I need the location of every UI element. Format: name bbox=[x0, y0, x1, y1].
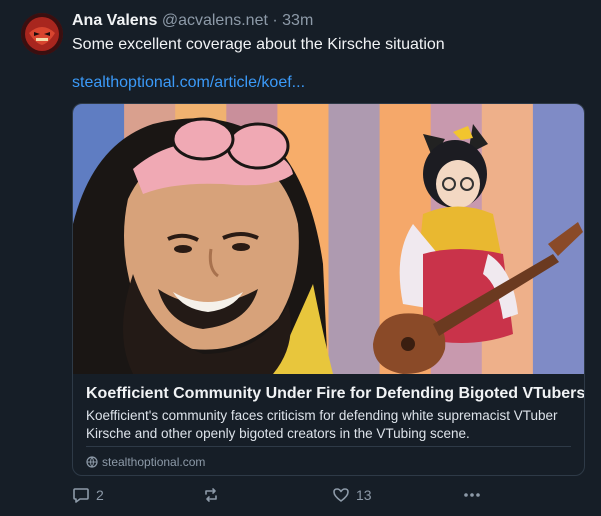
more-icon bbox=[464, 493, 480, 497]
post-header: Ana Valens @acvalens.net · 33m bbox=[72, 11, 313, 31]
reply-icon bbox=[73, 488, 89, 503]
repost-button[interactable] bbox=[202, 486, 226, 504]
reply-button[interactable]: 2 bbox=[72, 486, 104, 504]
post-timestamp[interactable]: 33m bbox=[282, 12, 313, 29]
post-link[interactable]: stealthoptional.com/article/koef... bbox=[72, 73, 305, 93]
post-actions: 2 13 bbox=[72, 486, 492, 506]
reply-count: 2 bbox=[96, 487, 104, 503]
card-source-domain: stealthoptional.com bbox=[102, 455, 206, 469]
card-thumbnail bbox=[73, 104, 584, 374]
separator-dot: · bbox=[272, 12, 278, 29]
more-options-button[interactable] bbox=[462, 486, 482, 504]
card-source: stealthoptional.com bbox=[86, 454, 205, 470]
avatar[interactable] bbox=[21, 13, 63, 55]
like-button[interactable]: 13 bbox=[332, 486, 372, 504]
link-preview-card[interactable]: Koefficient Community Under Fire for Def… bbox=[72, 103, 585, 476]
card-title[interactable]: Koefficient Community Under Fire for Def… bbox=[86, 384, 584, 404]
repost-icon bbox=[205, 488, 217, 502]
like-icon bbox=[333, 488, 349, 502]
card-description: Koefficient's community faces criticism … bbox=[86, 408, 558, 441]
thumbnail-stripe bbox=[328, 104, 381, 374]
card-divider bbox=[86, 446, 571, 447]
like-count: 13 bbox=[356, 487, 372, 503]
author-name[interactable]: Ana Valens bbox=[72, 12, 157, 29]
avatar-image bbox=[21, 13, 63, 55]
globe-icon bbox=[86, 456, 98, 468]
author-handle[interactable]: @acvalens.net bbox=[162, 12, 268, 29]
post: Ana Valens @acvalens.net · 33m Some exce… bbox=[0, 0, 601, 516]
post-text: Some excellent coverage about the Kirsch… bbox=[72, 36, 445, 53]
